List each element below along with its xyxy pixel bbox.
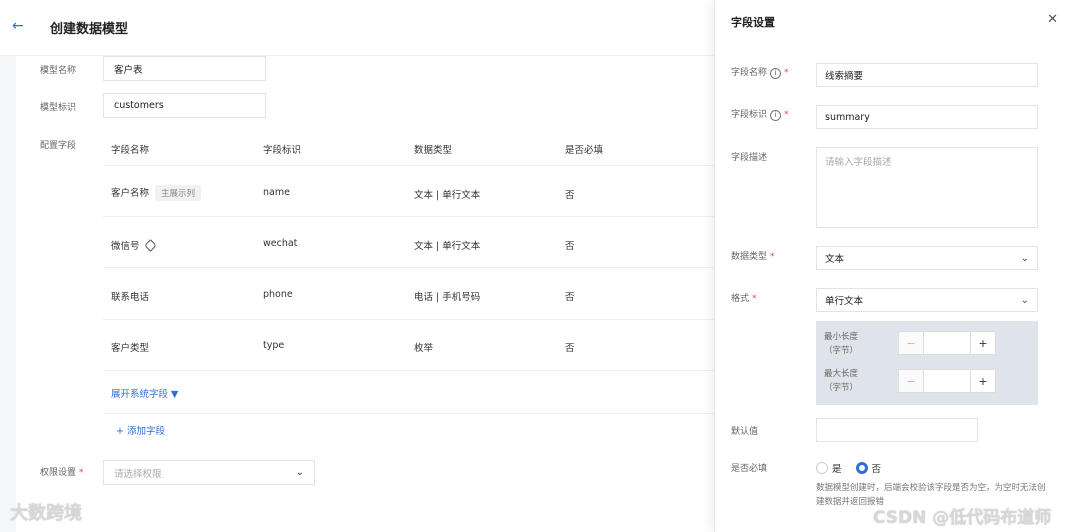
permission-select[interactable]: 请选择权限 ⌄ bbox=[103, 460, 315, 485]
field-required: 否 bbox=[565, 190, 575, 201]
chevron-down-icon: ⌄ bbox=[1020, 252, 1029, 264]
format-value: 单行文本 bbox=[825, 296, 864, 307]
tag-icon bbox=[143, 239, 157, 252]
field-name: 客户类型 bbox=[111, 343, 150, 354]
chevron-down-icon: ⌄ bbox=[295, 467, 304, 478]
field-type: 电话 | 手机号码 bbox=[414, 292, 481, 303]
plus-icon[interactable]: + bbox=[971, 332, 995, 354]
length-config-box: 最小长度 （字节） − + 最大长度 （字节） − + bbox=[816, 321, 1038, 405]
field-type: 文本 | 单行文本 bbox=[414, 190, 481, 201]
watermark-right: CSDN @低代码布道师 bbox=[873, 508, 1052, 528]
arrow-left-icon[interactable]: ← bbox=[12, 18, 24, 34]
model-name-input[interactable]: 客户表 bbox=[103, 56, 266, 81]
format-label: 格式 * bbox=[731, 294, 757, 304]
fields-label: 配置字段 bbox=[40, 141, 77, 151]
field-id-label: 字段标识 i * bbox=[731, 110, 789, 121]
field-name-label: 字段名称 i * bbox=[731, 68, 789, 79]
watermark-left: 大数跨境 bbox=[10, 503, 82, 524]
field-name: 客户名称 bbox=[111, 188, 150, 199]
table-row[interactable]: 客户类型 type 枚举 否 bbox=[103, 320, 715, 371]
max-length-label: 最大长度 （字节） bbox=[824, 369, 859, 393]
data-type-select[interactable]: 文本 ⌄ bbox=[816, 246, 1038, 270]
field-id: wechat bbox=[263, 238, 298, 249]
table-row[interactable]: 客户名称 主展示列 name 文本 | 单行文本 否 bbox=[103, 166, 715, 217]
data-type-value: 文本 bbox=[825, 254, 845, 265]
radio-no-label: 否 bbox=[871, 464, 882, 475]
model-name-label: 模型名称 bbox=[40, 66, 77, 76]
table-row[interactable]: 微信号 wechat 文本 | 单行文本 否 bbox=[103, 217, 715, 268]
format-select[interactable]: 单行文本 ⌄ bbox=[816, 288, 1038, 312]
radio-no[interactable] bbox=[855, 462, 868, 474]
min-length-label: 最小长度 （字节） bbox=[824, 332, 859, 356]
data-type-label: 数据类型 * bbox=[731, 252, 775, 262]
min-length-input[interactable] bbox=[923, 332, 971, 354]
minus-icon[interactable]: − bbox=[899, 370, 923, 392]
header-data-type: 数据类型 bbox=[414, 145, 453, 156]
model-id-label: 模型标识 bbox=[40, 103, 77, 113]
radio-yes[interactable] bbox=[816, 462, 828, 474]
max-length-stepper[interactable]: − + bbox=[898, 369, 996, 393]
plus-icon[interactable]: + bbox=[971, 370, 995, 392]
header-field-id: 字段标识 bbox=[263, 145, 302, 156]
field-type: 枚举 bbox=[414, 343, 434, 354]
field-name-input[interactable]: 线索摘要 bbox=[816, 63, 1038, 87]
info-icon: i bbox=[770, 110, 782, 121]
field-required: 否 bbox=[565, 343, 575, 354]
page-title: 创建数据模型 bbox=[50, 22, 129, 37]
permission-label: 权限设置 * bbox=[40, 468, 84, 478]
description-textarea[interactable]: 请输入字段描述 bbox=[816, 147, 1038, 228]
default-value-label: 默认值 bbox=[731, 427, 759, 437]
radio-yes-label: 是 bbox=[832, 464, 842, 475]
add-field-link[interactable]: + 添加字段 bbox=[116, 423, 165, 437]
model-id-input[interactable]: customers bbox=[103, 93, 266, 118]
header-required: 是否必填 bbox=[565, 145, 604, 156]
field-id: name bbox=[263, 187, 290, 198]
permission-placeholder: 请选择权限 bbox=[114, 468, 162, 480]
field-type: 文本 | 单行文本 bbox=[414, 241, 481, 252]
default-value-input[interactable] bbox=[816, 418, 978, 442]
panel-title: 字段设置 bbox=[731, 16, 775, 29]
expand-row: 展开系统字段 ▼ bbox=[103, 371, 715, 414]
minus-icon[interactable]: − bbox=[899, 332, 923, 354]
header-field-name: 字段名称 bbox=[111, 145, 150, 156]
description-label: 字段描述 bbox=[731, 153, 768, 163]
min-length-stepper[interactable]: − + bbox=[898, 331, 996, 355]
required-label: 是否必填 bbox=[731, 464, 768, 474]
field-name: 联系电话 bbox=[111, 292, 150, 303]
field-name: 微信号 bbox=[111, 241, 140, 252]
field-required: 否 bbox=[565, 292, 575, 303]
field-required: 否 bbox=[565, 241, 575, 252]
field-id-input[interactable]: summary bbox=[816, 105, 1038, 129]
expand-system-fields-link[interactable]: 展开系统字段 ▼ bbox=[111, 386, 178, 400]
table-row[interactable]: 联系电话 phone 电话 | 手机号码 否 bbox=[103, 268, 715, 320]
info-icon: i bbox=[770, 68, 782, 79]
primary-column-badge: 主展示列 bbox=[155, 185, 202, 201]
max-length-input[interactable] bbox=[923, 370, 971, 392]
close-icon[interactable]: ✕ bbox=[1047, 12, 1058, 27]
field-id: type bbox=[263, 340, 285, 351]
fields-table-header: 字段名称 字段标识 数据类型 是否必填 bbox=[103, 132, 715, 166]
page-header: ← 创建数据模型 bbox=[0, 0, 715, 56]
chevron-down-icon: ⌄ bbox=[1020, 294, 1029, 306]
field-id: phone bbox=[263, 289, 293, 300]
description-placeholder: 请输入字段描述 bbox=[825, 157, 892, 168]
required-radio-group: 是 否 bbox=[816, 461, 881, 475]
field-settings-panel: 字段设置 ✕ 字段名称 i * 线索摘要 字段标识 i * summary 字段描述 请… bbox=[714, 0, 1080, 532]
